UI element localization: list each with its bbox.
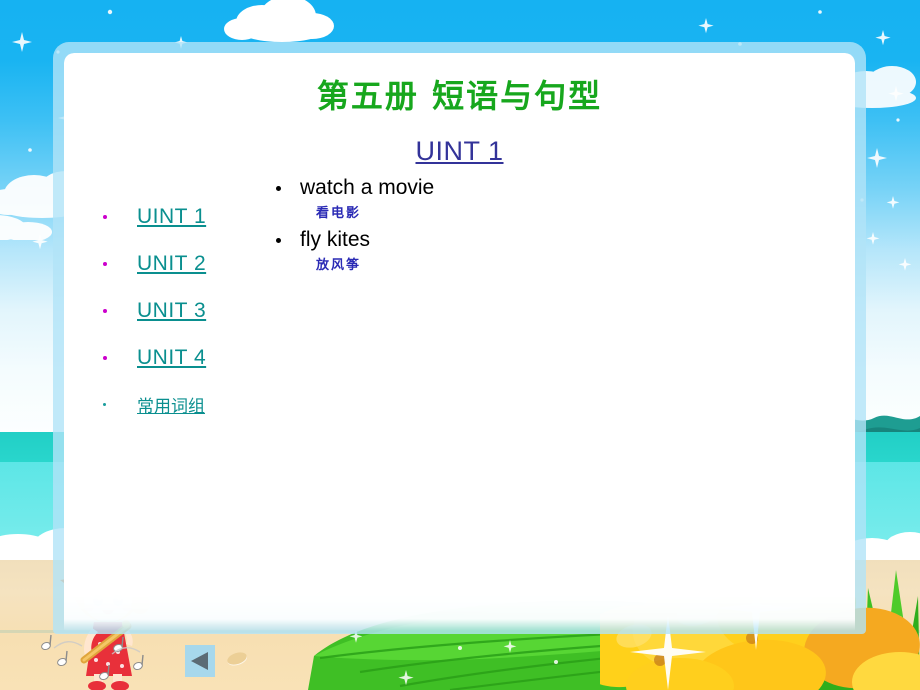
unit-heading-label: UINT 1 xyxy=(415,136,504,166)
phrase-list: watch a movie 看电影 fly kites 放风筝 xyxy=(256,175,816,279)
page-title: 第五册 短语与句型 xyxy=(316,77,603,115)
phrase-chinese: 看电影 xyxy=(316,206,362,221)
phrase-entry: watch a movie 看电影 xyxy=(256,175,816,227)
bullet-icon xyxy=(276,238,281,243)
sidebar-item-unit-4[interactable]: UNIT 4 xyxy=(81,334,261,381)
phrase-chinese: 放风筝 xyxy=(316,258,362,273)
phrase-entry: fly kites 放风筝 xyxy=(256,227,816,279)
bullet-icon xyxy=(103,261,107,266)
sidebar-link-label[interactable]: UINT 1 xyxy=(137,205,206,229)
cloud-top xyxy=(224,0,334,42)
bullet-icon xyxy=(103,308,107,313)
phrase-english: watch a movie xyxy=(300,176,435,199)
bullet-icon xyxy=(103,355,107,360)
music-notes xyxy=(41,634,144,681)
sidebar-link-label[interactable]: UNIT 4 xyxy=(137,346,206,370)
sidebar-item-unit-2[interactable]: UNIT 2 xyxy=(81,240,261,287)
bullet-icon xyxy=(103,214,107,219)
sidebar-item-unit-3[interactable]: UNIT 3 xyxy=(81,287,261,334)
phrase-english: fly kites xyxy=(300,228,371,251)
back-button[interactable] xyxy=(185,645,215,677)
unit-heading: UINT 1 xyxy=(64,136,855,167)
triangle-left-icon xyxy=(191,652,208,670)
sidebar-link-label[interactable]: 常用词组 xyxy=(137,392,205,417)
unit-nav-list: UINT 1 UNIT 2 UNIT 3 UNIT 4 常用词组 xyxy=(81,193,261,428)
phrase-row: watch a movie xyxy=(256,175,816,201)
bullet-icon xyxy=(103,402,106,406)
sidebar-item-uint-1[interactable]: UINT 1 xyxy=(81,193,261,240)
slide-canvas: 第五册 短语与句型 UINT 1 UINT 1 UNIT 2 UNIT 3 UN… xyxy=(0,0,920,690)
phrase-row: fly kites xyxy=(256,227,816,253)
sidebar-link-label[interactable]: UNIT 3 xyxy=(137,299,206,323)
sidebar-item-common-phrases[interactable]: 常用词组 xyxy=(81,381,261,428)
bullet-icon xyxy=(276,186,281,191)
sidebar-link-label[interactable]: UNIT 2 xyxy=(137,252,206,276)
slide-content: 第五册 短语与句型 UINT 1 UINT 1 UNIT 2 UNIT 3 UN… xyxy=(64,53,855,631)
